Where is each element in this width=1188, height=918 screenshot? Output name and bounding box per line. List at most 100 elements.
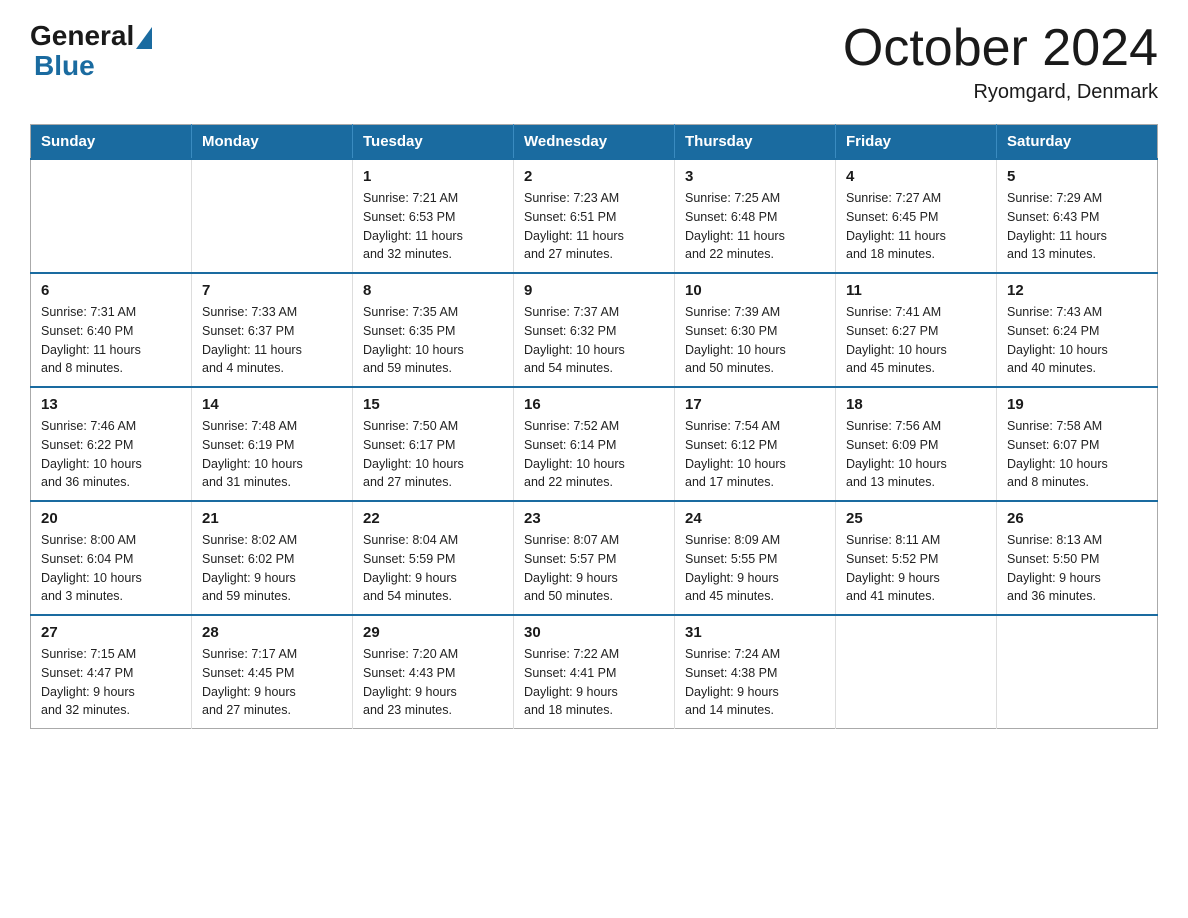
calendar-day-cell: 2 Sunrise: 7:23 AM Sunset: 6:51 PM Daylig… (514, 159, 675, 273)
day-number: 6 (41, 282, 181, 299)
calendar-day-cell: 29 Sunrise: 7:20 AM Sunset: 4:43 PM Dayli… (353, 615, 514, 729)
calendar-table: SundayMondayTuesdayWednesdayThursdayFrid… (30, 124, 1158, 729)
day-info: Sunrise: 7:27 AM Sunset: 6:45 PM Dayligh… (846, 189, 986, 264)
calendar-day-cell (997, 615, 1158, 729)
day-number: 30 (524, 624, 664, 641)
calendar-day-cell: 6 Sunrise: 7:31 AM Sunset: 6:40 PM Daylig… (31, 273, 192, 387)
location: Ryomgard, Denmark (843, 81, 1158, 104)
calendar-week-row: 1 Sunrise: 7:21 AM Sunset: 6:53 PM Daylig… (31, 159, 1158, 273)
day-number: 8 (363, 282, 503, 299)
day-number: 12 (1007, 282, 1147, 299)
day-info: Sunrise: 7:58 AM Sunset: 6:07 PM Dayligh… (1007, 417, 1147, 492)
day-info: Sunrise: 7:31 AM Sunset: 6:40 PM Dayligh… (41, 303, 181, 378)
day-info: Sunrise: 7:35 AM Sunset: 6:35 PM Dayligh… (363, 303, 503, 378)
day-info: Sunrise: 7:52 AM Sunset: 6:14 PM Dayligh… (524, 417, 664, 492)
day-info: Sunrise: 8:11 AM Sunset: 5:52 PM Dayligh… (846, 531, 986, 606)
day-number: 31 (685, 624, 825, 641)
calendar-header-row: SundayMondayTuesdayWednesdayThursdayFrid… (31, 125, 1158, 160)
calendar-day-cell: 5 Sunrise: 7:29 AM Sunset: 6:43 PM Daylig… (997, 159, 1158, 273)
calendar-day-cell: 13Sunrise: 7:46 AM Sunset: 6:22 PM Dayli… (31, 387, 192, 501)
calendar-week-row: 13Sunrise: 7:46 AM Sunset: 6:22 PM Dayli… (31, 387, 1158, 501)
day-number: 13 (41, 396, 181, 413)
day-info: Sunrise: 7:37 AM Sunset: 6:32 PM Dayligh… (524, 303, 664, 378)
day-info: Sunrise: 7:15 AM Sunset: 4:47 PM Dayligh… (41, 645, 181, 720)
calendar-day-header: Wednesday (514, 125, 675, 160)
calendar-day-cell: 26 Sunrise: 8:13 AM Sunset: 5:50 PM Dayli… (997, 501, 1158, 615)
day-info: Sunrise: 7:54 AM Sunset: 6:12 PM Dayligh… (685, 417, 825, 492)
calendar-day-header: Sunday (31, 125, 192, 160)
calendar-day-cell: 28 Sunrise: 7:17 AM Sunset: 4:45 PM Dayli… (192, 615, 353, 729)
month-title: October 2024 (843, 20, 1158, 77)
day-info: Sunrise: 7:21 AM Sunset: 6:53 PM Dayligh… (363, 189, 503, 264)
title-area: October 2024 Ryomgard, Denmark (843, 20, 1158, 104)
day-number: 25 (846, 510, 986, 527)
day-info: Sunrise: 7:41 AM Sunset: 6:27 PM Dayligh… (846, 303, 986, 378)
calendar-day-cell: 12 Sunrise: 7:43 AM Sunset: 6:24 PM Dayli… (997, 273, 1158, 387)
day-info: Sunrise: 7:50 AM Sunset: 6:17 PM Dayligh… (363, 417, 503, 492)
day-info: Sunrise: 8:13 AM Sunset: 5:50 PM Dayligh… (1007, 531, 1147, 606)
calendar-day-cell: 27Sunrise: 7:15 AM Sunset: 4:47 PM Dayli… (31, 615, 192, 729)
day-info: Sunrise: 7:25 AM Sunset: 6:48 PM Dayligh… (685, 189, 825, 264)
day-number: 19 (1007, 396, 1147, 413)
day-number: 22 (363, 510, 503, 527)
calendar-day-cell: 22Sunrise: 8:04 AM Sunset: 5:59 PM Dayli… (353, 501, 514, 615)
day-number: 26 (1007, 510, 1147, 527)
day-info: Sunrise: 7:23 AM Sunset: 6:51 PM Dayligh… (524, 189, 664, 264)
calendar-day-cell: 1 Sunrise: 7:21 AM Sunset: 6:53 PM Daylig… (353, 159, 514, 273)
day-info: Sunrise: 8:09 AM Sunset: 5:55 PM Dayligh… (685, 531, 825, 606)
calendar-day-header: Saturday (997, 125, 1158, 160)
day-info: Sunrise: 7:29 AM Sunset: 6:43 PM Dayligh… (1007, 189, 1147, 264)
calendar-week-row: 20Sunrise: 8:00 AM Sunset: 6:04 PM Dayli… (31, 501, 1158, 615)
calendar-day-cell: 3 Sunrise: 7:25 AM Sunset: 6:48 PM Daylig… (675, 159, 836, 273)
calendar-day-cell: 11Sunrise: 7:41 AM Sunset: 6:27 PM Dayli… (836, 273, 997, 387)
day-number: 18 (846, 396, 986, 413)
day-number: 14 (202, 396, 342, 413)
calendar-day-cell: 20Sunrise: 8:00 AM Sunset: 6:04 PM Dayli… (31, 501, 192, 615)
calendar-day-cell: 19 Sunrise: 7:58 AM Sunset: 6:07 PM Dayli… (997, 387, 1158, 501)
page-header: General Blue October 2024 Ryomgard, Denm… (30, 20, 1158, 104)
calendar-day-cell: 8 Sunrise: 7:35 AM Sunset: 6:35 PM Daylig… (353, 273, 514, 387)
calendar-day-cell: 14Sunrise: 7:48 AM Sunset: 6:19 PM Dayli… (192, 387, 353, 501)
calendar-day-cell: 7Sunrise: 7:33 AM Sunset: 6:37 PM Daylig… (192, 273, 353, 387)
calendar-day-cell: 10 Sunrise: 7:39 AM Sunset: 6:30 PM Dayli… (675, 273, 836, 387)
day-number: 2 (524, 168, 664, 185)
day-number: 4 (846, 168, 986, 185)
day-number: 1 (363, 168, 503, 185)
day-number: 5 (1007, 168, 1147, 185)
calendar-day-cell: 24 Sunrise: 8:09 AM Sunset: 5:55 PM Dayli… (675, 501, 836, 615)
calendar-day-cell: 9 Sunrise: 7:37 AM Sunset: 6:32 PM Daylig… (514, 273, 675, 387)
day-number: 28 (202, 624, 342, 641)
calendar-week-row: 27Sunrise: 7:15 AM Sunset: 4:47 PM Dayli… (31, 615, 1158, 729)
day-number: 24 (685, 510, 825, 527)
calendar-day-cell (192, 159, 353, 273)
day-number: 21 (202, 510, 342, 527)
day-number: 16 (524, 396, 664, 413)
day-info: Sunrise: 7:17 AM Sunset: 4:45 PM Dayligh… (202, 645, 342, 720)
day-number: 9 (524, 282, 664, 299)
calendar-day-cell: 15Sunrise: 7:50 AM Sunset: 6:17 PM Dayli… (353, 387, 514, 501)
day-info: Sunrise: 7:39 AM Sunset: 6:30 PM Dayligh… (685, 303, 825, 378)
day-info: Sunrise: 8:07 AM Sunset: 5:57 PM Dayligh… (524, 531, 664, 606)
calendar-day-cell: 16 Sunrise: 7:52 AM Sunset: 6:14 PM Dayli… (514, 387, 675, 501)
day-number: 17 (685, 396, 825, 413)
calendar-day-header: Monday (192, 125, 353, 160)
day-number: 29 (363, 624, 503, 641)
calendar-day-cell: 25 Sunrise: 8:11 AM Sunset: 5:52 PM Dayli… (836, 501, 997, 615)
logo-arrow-icon (136, 27, 152, 49)
calendar-day-header: Tuesday (353, 125, 514, 160)
day-info: Sunrise: 8:02 AM Sunset: 6:02 PM Dayligh… (202, 531, 342, 606)
day-number: 23 (524, 510, 664, 527)
logo-blue-text: Blue (30, 50, 95, 82)
day-info: Sunrise: 7:43 AM Sunset: 6:24 PM Dayligh… (1007, 303, 1147, 378)
logo-general-text: General (30, 20, 134, 52)
calendar-day-cell: 17 Sunrise: 7:54 AM Sunset: 6:12 PM Dayli… (675, 387, 836, 501)
calendar-day-cell: 23 Sunrise: 8:07 AM Sunset: 5:57 PM Dayli… (514, 501, 675, 615)
day-number: 3 (685, 168, 825, 185)
day-info: Sunrise: 7:20 AM Sunset: 4:43 PM Dayligh… (363, 645, 503, 720)
calendar-day-cell (31, 159, 192, 273)
calendar-day-cell: 18Sunrise: 7:56 AM Sunset: 6:09 PM Dayli… (836, 387, 997, 501)
day-number: 10 (685, 282, 825, 299)
day-number: 7 (202, 282, 342, 299)
day-info: Sunrise: 7:22 AM Sunset: 4:41 PM Dayligh… (524, 645, 664, 720)
calendar-day-cell: 21 Sunrise: 8:02 AM Sunset: 6:02 PM Dayli… (192, 501, 353, 615)
